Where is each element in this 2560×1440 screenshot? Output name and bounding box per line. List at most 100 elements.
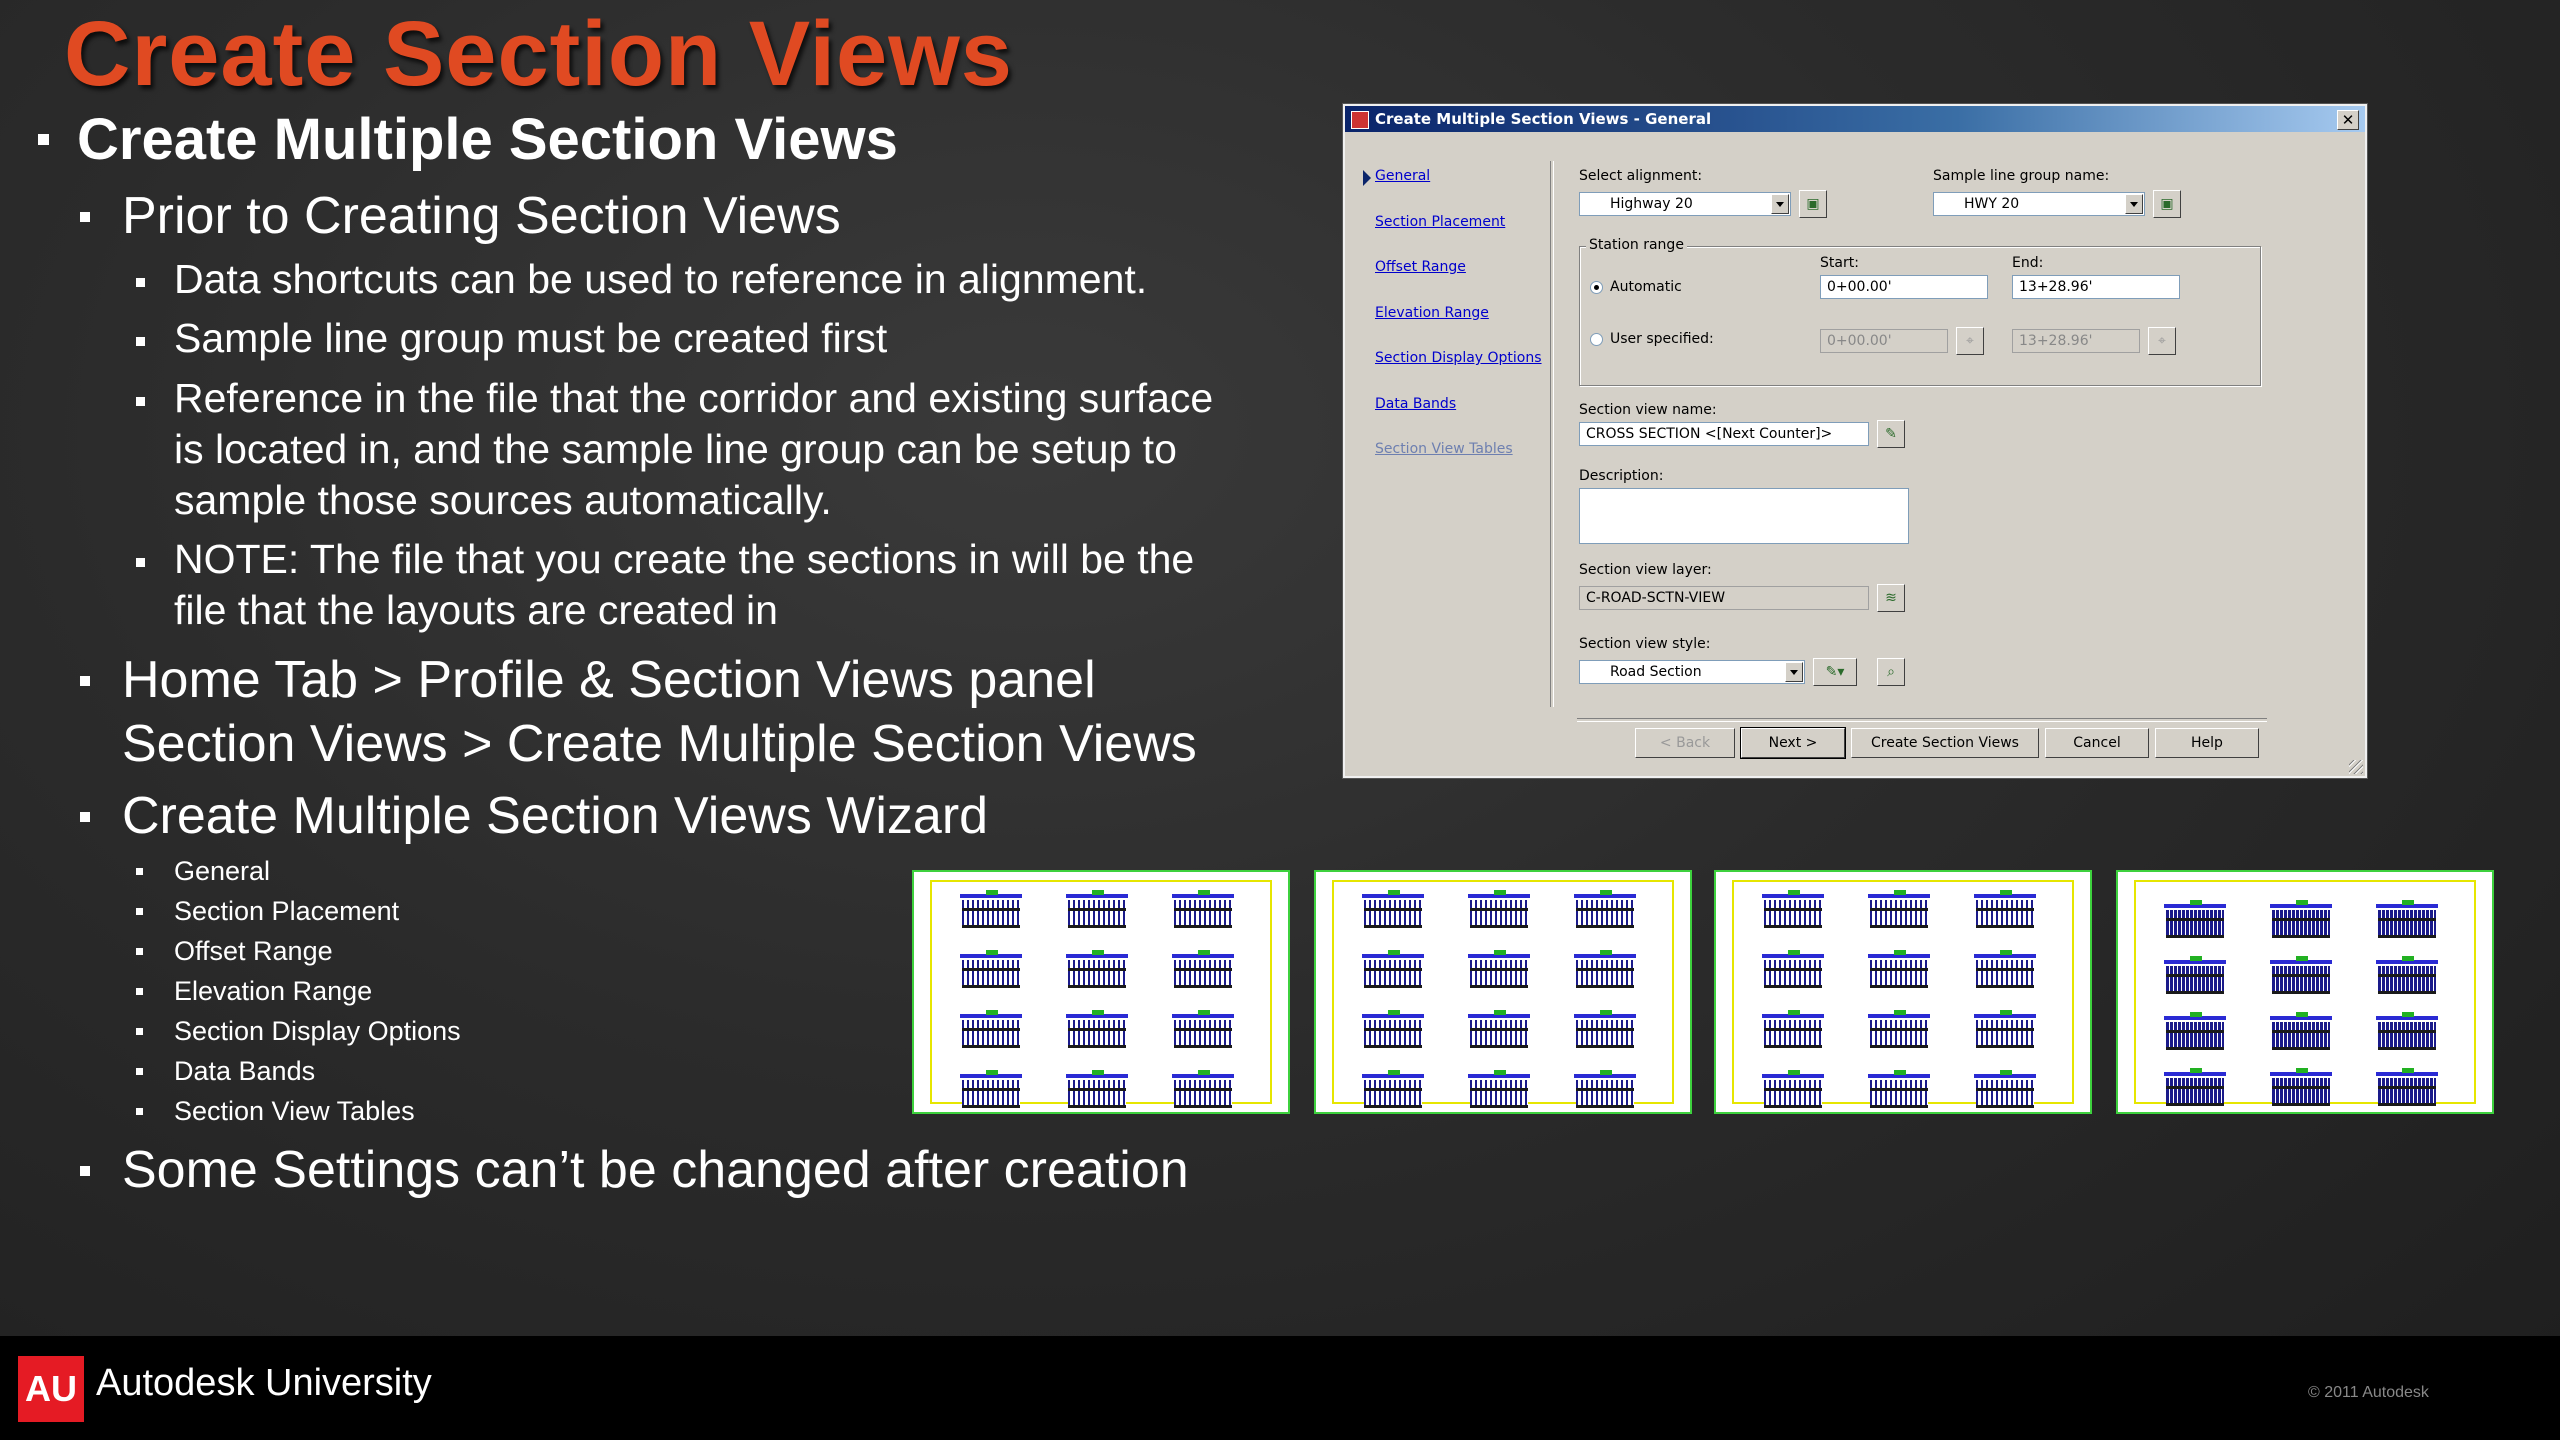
- bullet-text: Prior to Creating Section Views: [122, 187, 841, 245]
- section-view-name-field[interactable]: CROSS SECTION <[Next Counter]>: [1579, 422, 1869, 446]
- nav-section-placement[interactable]: Section Placement: [1375, 214, 1542, 260]
- bullet-text: General: [174, 856, 271, 886]
- section-view-drawing: [1762, 1070, 1824, 1108]
- current-page-arrow-icon: [1363, 170, 1371, 186]
- create-section-views-button[interactable]: Create Section Views: [1851, 728, 2039, 758]
- back-button[interactable]: < Back: [1635, 728, 1735, 758]
- sample-line-group-value: HWY 20: [1964, 196, 2020, 212]
- user-start-field[interactable]: 0+00.00': [1820, 329, 1948, 353]
- sample-line-group-select[interactable]: HWY 20: [1933, 192, 2145, 216]
- end-label: End:: [2012, 255, 2044, 271]
- section-view-drawing: [1868, 1010, 1930, 1048]
- user-specified-radio[interactable]: [1590, 333, 1603, 346]
- bullet-text: is located in, and the sample line group…: [174, 426, 1177, 472]
- nav-general[interactable]: General: [1375, 168, 1542, 214]
- section-view-drawing: [1468, 890, 1530, 928]
- chevron-down-icon[interactable]: [1785, 662, 1803, 682]
- section-view-drawing: [2164, 1068, 2226, 1106]
- pick-style-button[interactable]: ⌕: [1877, 658, 1905, 686]
- close-icon[interactable]: ✕: [2337, 110, 2359, 130]
- section-view-drawing: [2376, 1012, 2438, 1050]
- nav-data-bands[interactable]: Data Bands: [1375, 396, 1542, 442]
- section-view-drawing: [1066, 1010, 1128, 1048]
- section-view-drawing: [1574, 950, 1636, 988]
- bullet-text: Reference in the file that the corridor …: [174, 375, 1214, 421]
- help-button[interactable]: Help: [2155, 728, 2259, 758]
- section-view-drawing: [1868, 950, 1930, 988]
- section-view-style-select[interactable]: Road Section: [1579, 660, 1805, 684]
- section-sheet-thumbnail: [1314, 870, 1692, 1114]
- bullet-marker: [136, 868, 143, 875]
- nav-divider: [1550, 161, 1554, 707]
- section-view-drawing: [1868, 1070, 1930, 1108]
- section-sheet-thumbnail: [2116, 870, 2494, 1114]
- section-view-drawing: [1974, 890, 2036, 928]
- station-range-label: Station range: [1586, 237, 1687, 253]
- chevron-down-icon[interactable]: [2125, 194, 2143, 214]
- alignment-select[interactable]: Highway 20: [1579, 192, 1791, 216]
- section-view-drawing: [1362, 1010, 1424, 1048]
- bullet-text: Section Display Options: [174, 1016, 461, 1046]
- automatic-radio[interactable]: [1590, 281, 1603, 294]
- section-view-drawing: [1362, 1070, 1424, 1108]
- bullet-marker: [136, 1068, 143, 1075]
- bullet-marker: [38, 134, 49, 145]
- slide-title: Create Section Views: [64, 3, 1013, 105]
- bullet-text: file that the layouts are created in: [174, 587, 778, 633]
- section-view-drawing: [1974, 1010, 2036, 1048]
- section-view-drawing: [1468, 1010, 1530, 1048]
- user-end-field[interactable]: 13+28.96': [2012, 329, 2140, 353]
- bullet-marker: [136, 1108, 143, 1115]
- bullet-text: Sample line group must be created first: [174, 315, 888, 361]
- section-view-drawing: [1066, 890, 1128, 928]
- section-view-layer-field[interactable]: C-ROAD-SCTN-VIEW: [1579, 586, 1869, 610]
- copyright: © 2011 Autodesk: [2308, 1384, 2429, 1401]
- dialog-titlebar: Create Multiple Section Views - General …: [1345, 106, 2365, 132]
- section-view-drawing: [1066, 950, 1128, 988]
- chevron-down-icon[interactable]: [1771, 194, 1789, 214]
- bullet-text: Section View Tables: [174, 1096, 415, 1126]
- section-view-drawing: [1574, 890, 1636, 928]
- brand-name: Autodesk University: [96, 1362, 432, 1404]
- edit-name-template-button[interactable]: ✎: [1877, 420, 1905, 448]
- nav-section-view-tables[interactable]: Section View Tables: [1375, 441, 1542, 487]
- bullet-marker: [136, 397, 145, 406]
- pick-alignment-button[interactable]: ▣: [1799, 190, 1827, 218]
- section-view-style-label: Section view style:: [1579, 636, 1711, 652]
- section-view-drawing: [1762, 1010, 1824, 1048]
- station-range-group: Station range Start: End: Automatic 0+00…: [1579, 237, 2261, 386]
- section-view-drawing: [2164, 956, 2226, 994]
- create-multiple-section-views-dialog: Create Multiple Section Views - General …: [1343, 104, 2367, 778]
- bullet-marker: [136, 908, 143, 915]
- section-view-drawing: [1172, 890, 1234, 928]
- wizard-nav: General Section Placement Offset Range E…: [1363, 168, 1542, 487]
- nav-elevation-range[interactable]: Elevation Range: [1375, 305, 1542, 351]
- pick-sample-line-group-button[interactable]: ▣: [2153, 190, 2181, 218]
- auto-end-field[interactable]: 13+28.96': [2012, 275, 2180, 299]
- section-view-drawing: [1974, 950, 2036, 988]
- pick-start-station-button[interactable]: ⌖: [1956, 327, 1984, 355]
- automatic-label: Automatic: [1610, 279, 1682, 295]
- section-view-style-value: Road Section: [1610, 664, 1702, 680]
- section-view-drawing: [1762, 890, 1824, 928]
- resize-grip-icon[interactable]: [2349, 760, 2363, 774]
- au-logo-text: AU: [25, 1368, 77, 1409]
- bullet-marker: [80, 1166, 90, 1176]
- pick-end-station-button[interactable]: ⌖: [2148, 327, 2176, 355]
- nav-section-display-options[interactable]: Section Display Options: [1375, 350, 1542, 396]
- cancel-button[interactable]: Cancel: [2045, 728, 2149, 758]
- style-edit-dropdown-button[interactable]: ✎▾: [1813, 658, 1857, 686]
- footer-bar: AU Autodesk University © 2011 Autodesk: [0, 1336, 2560, 1440]
- nav-offset-range[interactable]: Offset Range: [1375, 259, 1542, 305]
- bullet-marker: [80, 812, 90, 822]
- layer-icon[interactable]: ≋: [1877, 584, 1905, 612]
- start-label: Start:: [1820, 255, 1859, 271]
- auto-start-field[interactable]: 0+00.00': [1820, 275, 1988, 299]
- section-view-drawing: [960, 890, 1022, 928]
- dialog-title: Create Multiple Section Views - General: [1375, 110, 1712, 128]
- app-icon: [1351, 111, 1369, 129]
- description-field[interactable]: [1579, 488, 1909, 544]
- section-view-drawing: [2376, 956, 2438, 994]
- section-view-drawing: [1574, 1070, 1636, 1108]
- next-button[interactable]: Next >: [1740, 727, 1846, 759]
